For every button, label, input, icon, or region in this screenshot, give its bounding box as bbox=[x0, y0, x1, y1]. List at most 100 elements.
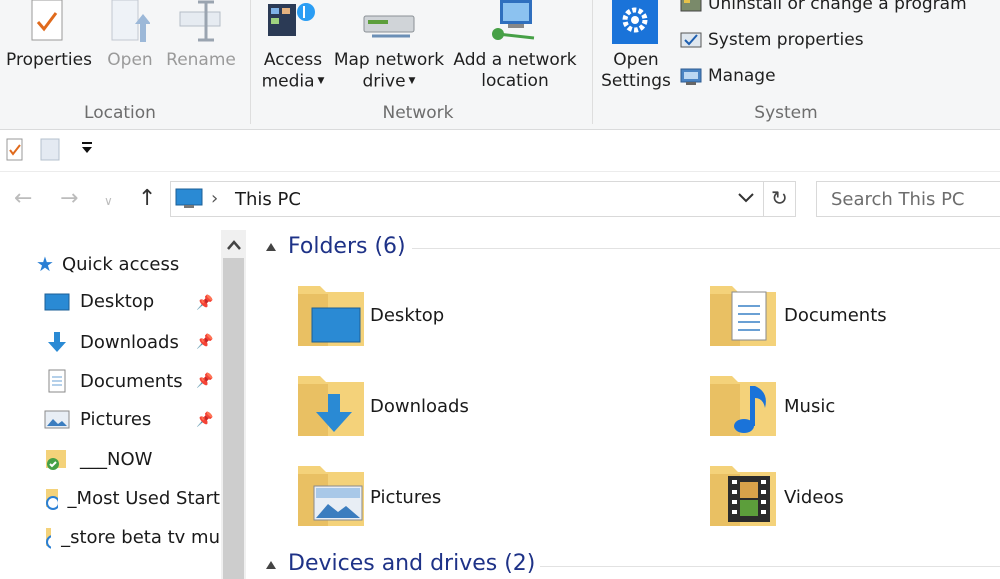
pin-icon[interactable]: 📌 bbox=[196, 412, 213, 428]
folder-documents[interactable] bbox=[708, 280, 778, 354]
properties-button[interactable]: Properties bbox=[6, 50, 92, 71]
properties-label: Properties bbox=[6, 50, 92, 70]
sync-folder-icon bbox=[46, 489, 58, 510]
network-group-label: Network bbox=[382, 103, 454, 123]
nav-item-label: Documents bbox=[80, 370, 183, 392]
rename-label: Rename bbox=[166, 50, 236, 70]
scroll-up-icon[interactable] bbox=[226, 236, 242, 255]
collapse-arrow-icon[interactable] bbox=[266, 243, 276, 251]
address-path: This PC bbox=[235, 189, 301, 210]
manage-label: Manage bbox=[708, 66, 776, 86]
videos-folder-icon bbox=[710, 466, 776, 526]
scrollbar-thumb[interactable] bbox=[223, 258, 244, 579]
desktop-folder-icon bbox=[298, 286, 364, 346]
search-box[interactable]: Search This PC bbox=[816, 181, 1000, 217]
ribbon-separator bbox=[250, 0, 251, 124]
nav-item-downloads[interactable]: Downloads bbox=[44, 330, 220, 354]
open-label: Open bbox=[107, 50, 153, 70]
nav-item-documents[interactable]: Documents bbox=[44, 369, 220, 393]
nav-item-pictures[interactable]: Pictures bbox=[44, 408, 220, 430]
folder-label: Pictures bbox=[370, 487, 442, 508]
access-media-button[interactable]: Access media ▼ bbox=[258, 50, 328, 93]
map-drive-label-line2: drive bbox=[362, 71, 406, 92]
customize-toolbar-icon[interactable] bbox=[80, 140, 94, 160]
folder-desktop[interactable] bbox=[296, 280, 366, 354]
properties-icon bbox=[30, 0, 66, 48]
folder-music[interactable] bbox=[708, 370, 778, 444]
system-properties-label: System properties bbox=[708, 30, 864, 50]
folder-pictures[interactable] bbox=[296, 460, 366, 534]
manage-icon bbox=[680, 68, 702, 85]
folder-videos[interactable] bbox=[708, 460, 778, 534]
uninstall-icon bbox=[680, 0, 702, 12]
documents-icon bbox=[48, 369, 66, 393]
system-group-label: System bbox=[754, 103, 818, 123]
network-location-icon bbox=[488, 0, 544, 48]
back-arrow-icon[interactable]: ← bbox=[14, 186, 32, 211]
desktop-icon bbox=[44, 293, 70, 310]
address-dropdown-icon[interactable] bbox=[737, 190, 755, 209]
folder-label: Music bbox=[784, 396, 836, 417]
collapse-arrow-icon[interactable] bbox=[266, 561, 276, 569]
this-pc-icon bbox=[175, 188, 203, 208]
add-location-label-line2: location bbox=[481, 71, 549, 91]
downloads-icon bbox=[48, 332, 66, 352]
pin-icon[interactable]: 📌 bbox=[196, 334, 213, 350]
open-icon bbox=[110, 0, 151, 50]
uninstall-label: Uninstall or change a program bbox=[708, 0, 967, 14]
nav-item-store-beta[interactable]: _store beta tv mu bbox=[44, 525, 220, 549]
nav-item-label: Desktop bbox=[80, 291, 155, 312]
pin-icon[interactable]: 📌 bbox=[196, 295, 213, 311]
devices-section-title[interactable]: Devices and drives (2) bbox=[288, 551, 535, 576]
open-settings-label-line2: Settings bbox=[601, 71, 671, 91]
rename-icon bbox=[178, 0, 224, 46]
quick-access-toolbar bbox=[0, 130, 1000, 172]
search-input[interactable]: Search This PC bbox=[831, 189, 965, 210]
nav-item-label: Pictures bbox=[80, 408, 152, 430]
rename-button[interactable]: Rename bbox=[164, 50, 238, 71]
ribbon: Properties Open Rename Location Access m… bbox=[0, 0, 1000, 130]
open-settings-label-line1: Open bbox=[613, 50, 659, 70]
pictures-folder-icon bbox=[298, 466, 364, 526]
uninstall-program-button[interactable]: Uninstall or change a program bbox=[680, 0, 967, 14]
nav-item-now[interactable]: ___NOW bbox=[44, 447, 220, 471]
documents-folder-icon bbox=[710, 286, 776, 346]
access-media-label-line2: media bbox=[261, 71, 315, 92]
open-settings-button[interactable]: Open Settings bbox=[598, 50, 674, 92]
new-folder-small-icon[interactable] bbox=[40, 138, 62, 166]
nav-item-most-used[interactable]: _Most Used Start bbox=[44, 486, 220, 510]
pictures-icon bbox=[44, 410, 70, 429]
star-icon: ★ bbox=[36, 252, 54, 276]
refresh-icon[interactable]: ↻ bbox=[771, 186, 788, 210]
location-group-label: Location bbox=[84, 103, 156, 123]
folder-downloads[interactable] bbox=[296, 370, 366, 444]
system-properties-icon bbox=[680, 32, 702, 48]
open-button[interactable]: Open bbox=[104, 50, 156, 71]
map-network-drive-button[interactable]: Map network drive ▼ bbox=[332, 50, 446, 93]
folders-section-title[interactable]: Folders (6) bbox=[288, 234, 406, 259]
nav-item-desktop[interactable]: Desktop bbox=[44, 291, 220, 312]
address-bar[interactable]: › This PC ↻ bbox=[170, 181, 796, 217]
downloads-folder-icon bbox=[298, 376, 364, 436]
add-location-label-line1: Add a network bbox=[453, 50, 577, 70]
sync-folder-icon bbox=[46, 528, 52, 549]
manage-button[interactable]: Manage bbox=[680, 66, 776, 86]
breadcrumb-separator-icon: › bbox=[211, 188, 219, 209]
ribbon-separator bbox=[592, 0, 593, 124]
quick-access-item[interactable]: ★ Quick access bbox=[36, 252, 179, 276]
properties-small-icon[interactable] bbox=[6, 138, 24, 166]
address-divider bbox=[763, 182, 764, 216]
section-divider bbox=[540, 566, 1000, 567]
pin-icon[interactable]: 📌 bbox=[196, 373, 213, 389]
add-network-location-button[interactable]: Add a network location bbox=[452, 50, 578, 92]
recent-locations-icon[interactable]: ∨ bbox=[104, 194, 113, 208]
folder-label: Videos bbox=[784, 487, 844, 508]
system-properties-button[interactable]: System properties bbox=[680, 30, 864, 50]
nav-item-label: Downloads bbox=[80, 331, 179, 353]
folder-label: Downloads bbox=[370, 396, 469, 417]
chevron-down-icon: ▼ bbox=[408, 76, 416, 86]
forward-arrow-icon[interactable]: → bbox=[60, 186, 78, 211]
map-drive-label-line1: Map network bbox=[333, 50, 445, 70]
quick-access-label: Quick access bbox=[61, 253, 180, 275]
up-arrow-icon[interactable]: ↑ bbox=[138, 186, 156, 211]
